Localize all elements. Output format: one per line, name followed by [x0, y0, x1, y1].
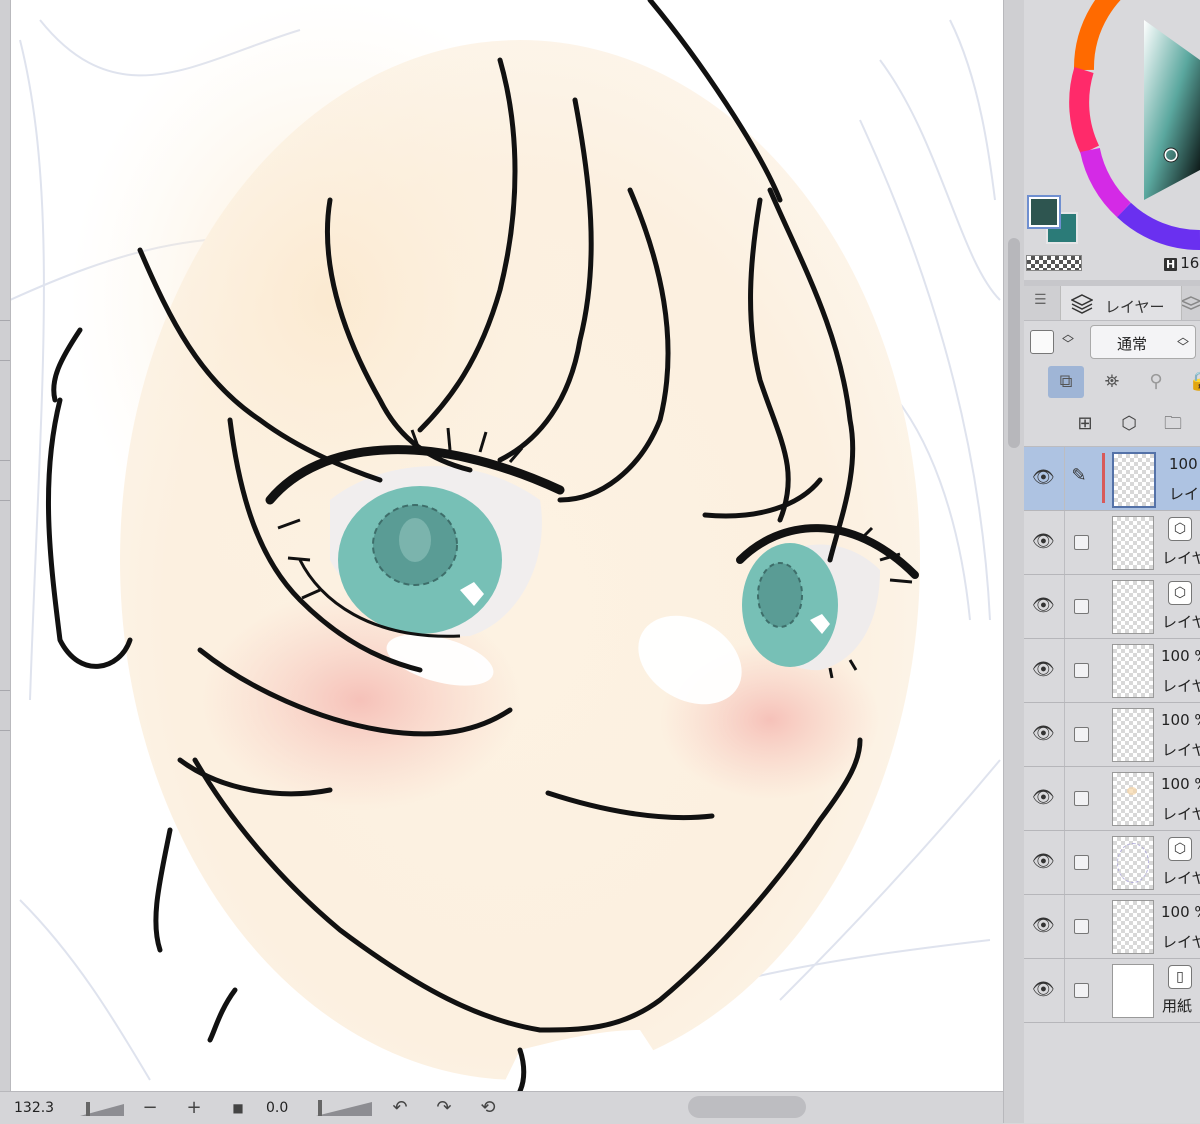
layer-opacity: 100 % [1161, 647, 1200, 665]
pen-icon: ✎ [1071, 465, 1087, 486]
layer-checkbox[interactable] [1074, 983, 1089, 998]
layer-row[interactable]: 👁 100 % レイヤ [1024, 895, 1200, 959]
eye-icon[interactable]: 👁 [1032, 595, 1055, 617]
layer-opacity: 100 % [1161, 903, 1200, 921]
eye-icon[interactable]: 👁 [1032, 467, 1055, 489]
eye-icon[interactable]: 👁 [1032, 915, 1055, 937]
zoom-out-button[interactable]: − [138, 1096, 162, 1120]
layer-row[interactable]: 👁 100 % レイヤ [1024, 639, 1200, 703]
new-vector-layer-icon[interactable]: ⬡ [1114, 410, 1144, 438]
layer-opacity: 100 % [1161, 775, 1200, 793]
blend-mode-select[interactable]: 通常 ︿ ﹀ [1090, 325, 1196, 359]
reference-layer-icon[interactable]: ⛯ [1094, 366, 1130, 398]
layer-name: レイヤ [1162, 613, 1200, 631]
left-edge-strip [0, 0, 11, 1091]
main-color-swatch[interactable] [1027, 195, 1061, 229]
layer-name: レイヤ [1162, 741, 1200, 759]
layer-row[interactable]: 👁 ✎ 100 レイ [1024, 447, 1200, 511]
horizontal-scrollbar[interactable] [688, 1096, 806, 1118]
tab-layer-label: レイヤー [1105, 298, 1165, 316]
right-panel: H 16 ☰ レイヤー ︿ ﹀ 通常 ︿ ﹀ ⧉ ⛯ ⚲ 🔒 ⊞ ⬡ 🗀 👁 ✎… [1024, 0, 1200, 1123]
redo-icon[interactable]: ↷ [432, 1096, 456, 1120]
new-layer-row: ⊞ ⬡ 🗀 [1024, 402, 1200, 447]
blend-row: ︿ ﹀ 通常 ︿ ﹀ [1024, 321, 1200, 361]
layer-thumbnail [1112, 900, 1154, 954]
paper-thumbnail [1112, 964, 1154, 1018]
layer-name: レイヤ [1162, 933, 1200, 951]
blend-stepper-icon: ︿ ﹀ [1177, 330, 1190, 354]
zoom-value[interactable]: 132.3 [14, 1100, 78, 1117]
eye-icon[interactable]: 👁 [1032, 787, 1055, 809]
eye-icon[interactable]: 👁 [1032, 659, 1055, 681]
layer-color-bar [1102, 453, 1105, 503]
vector-layer-icon: ⬡ [1168, 517, 1192, 541]
layer-row[interactable]: 👁 ⬡ レイヤ [1024, 831, 1200, 895]
layer-checkbox[interactable] [1074, 535, 1089, 550]
layer-name: レイヤ [1162, 677, 1200, 695]
layer-checkbox[interactable] [1074, 919, 1089, 934]
layer-name: 用紙 [1162, 997, 1193, 1015]
drawing-canvas[interactable] [0, 0, 1003, 1091]
stop-icon[interactable]: ■ [226, 1096, 250, 1120]
layer-checkbox[interactable] [1074, 663, 1089, 678]
panel-menu-icon[interactable]: ☰ [1034, 292, 1047, 308]
layer-tabbar: ☰ レイヤー [1024, 286, 1200, 321]
layer-row[interactable]: 👁 100 % レイヤ [1024, 703, 1200, 767]
new-raster-layer-icon[interactable]: ⊞ [1070, 410, 1100, 438]
rotation-slider[interactable] [316, 1100, 372, 1116]
layer-opacity: 100 % [1161, 711, 1200, 729]
layer-thumbnail [1112, 644, 1154, 698]
new-folder-icon[interactable]: 🗀 [1158, 410, 1188, 438]
layer-opacity: 100 [1169, 455, 1198, 473]
layer-thumbnail [1112, 516, 1154, 570]
vector-layer-icon: ⬡ [1168, 837, 1192, 861]
layer-thumbnail [1112, 580, 1154, 634]
hue-readout: H 16 [1164, 254, 1200, 272]
expression-color-box[interactable] [1030, 330, 1054, 354]
undo-icon[interactable]: ↶ [388, 1096, 412, 1120]
clip-layer-icon[interactable]: ⧉ [1048, 366, 1084, 398]
layer-thumbnail [1112, 836, 1154, 890]
layer-name: レイヤ [1162, 549, 1200, 567]
eye-icon[interactable]: 👁 [1032, 979, 1055, 1001]
paper-layer-icon: ▯ [1168, 965, 1192, 989]
canvas-bottom-bar: 132.3 − + ■ 0.0 ↶ ↷ ⟲ [0, 1091, 1003, 1124]
eye-icon[interactable]: 👁 [1032, 723, 1055, 745]
zoom-in-button[interactable]: + [182, 1096, 206, 1120]
layer-name: レイヤ [1162, 869, 1200, 887]
layer-row[interactable]: 👁 ⬡ レイヤ [1024, 575, 1200, 639]
zoom-slider[interactable] [80, 1100, 124, 1116]
rotation-value[interactable]: 0.0 [266, 1100, 316, 1117]
transparent-color-swatch[interactable] [1026, 255, 1082, 271]
expression-stepper-icon[interactable]: ︿ ﹀ [1062, 328, 1074, 350]
vertical-scrollbar-track [1003, 0, 1025, 1123]
vertical-scrollbar-thumb[interactable] [1008, 238, 1020, 448]
layer-checkbox[interactable] [1074, 791, 1089, 806]
layer-thumbnail [1112, 772, 1154, 826]
layer-row[interactable]: 👁 100 % レイヤ [1024, 767, 1200, 831]
layers-icon [1071, 294, 1093, 314]
next-tab-icon[interactable] [1182, 296, 1200, 312]
layer-thumbnail [1112, 708, 1154, 762]
reset-rotation-icon[interactable]: ⟲ [476, 1096, 500, 1120]
layer-checkbox[interactable] [1074, 727, 1089, 742]
tab-layer[interactable]: レイヤー [1060, 286, 1182, 320]
layer-name: レイ [1169, 485, 1200, 503]
vector-layer-icon: ⬡ [1168, 581, 1192, 605]
eye-icon[interactable]: 👁 [1032, 851, 1055, 873]
layer-checkbox[interactable] [1074, 855, 1089, 870]
lock-icon[interactable]: 🔒 [1182, 366, 1200, 398]
color-wheel-panel: H 16 [1024, 0, 1200, 278]
blend-mode-label: 通常 [1117, 335, 1148, 353]
layer-checkbox[interactable] [1074, 599, 1089, 614]
layer-name: レイヤ [1162, 805, 1200, 823]
eye-icon[interactable]: 👁 [1032, 531, 1055, 553]
draft-layer-icon[interactable]: ⚲ [1138, 366, 1174, 398]
layer-lock-row: ⧉ ⛯ ⚲ 🔒 [1024, 362, 1200, 402]
layer-row[interactable]: 👁 ⬡ レイヤ [1024, 511, 1200, 575]
illustration [9, 0, 1001, 1091]
layer-list: 👁 ✎ 100 レイ 👁 ⬡ レイヤ 👁 ⬡ レイヤ 👁 100 レイヤ 👁 1… [1024, 447, 1200, 1023]
layer-row[interactable]: 👁 ▯ 用紙 [1024, 959, 1200, 1023]
layer-thumbnail [1112, 452, 1156, 508]
